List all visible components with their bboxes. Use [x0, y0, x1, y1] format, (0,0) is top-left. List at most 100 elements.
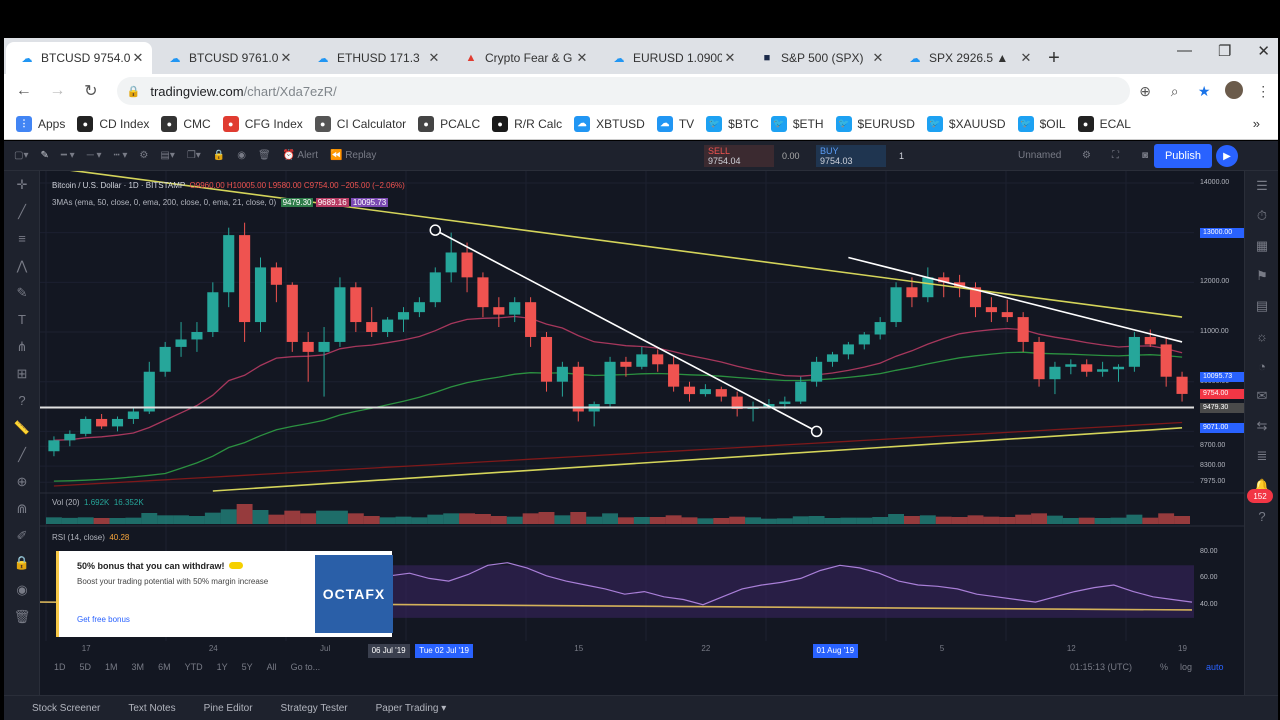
footer-tab[interactable]: Text Notes: [128, 703, 175, 714]
pitchfork-tool-icon[interactable]: ⋔: [4, 333, 40, 360]
eye-icon[interactable]: ◉: [237, 150, 246, 161]
help-icon[interactable]: ?: [4, 387, 40, 414]
range-button[interactable]: YTD: [185, 662, 203, 672]
bookmark-item[interactable]: 🐦 $OIL: [1017, 115, 1066, 132]
tab-close-icon[interactable]: ✕: [1018, 50, 1034, 66]
range-button[interactable]: 5Y: [242, 662, 253, 672]
browser-tab[interactable]: ☁ EURUSD 1.0900 ✕: [598, 42, 744, 74]
buy-button[interactable]: BUY 9754.03: [816, 145, 886, 167]
bookmarks-overflow-icon[interactable]: »: [1253, 116, 1260, 131]
sell-button[interactable]: SELL 9754.04: [704, 145, 774, 167]
layout-icon[interactable]: ▢▾: [14, 150, 28, 161]
chat-icon[interactable]: ✉: [1245, 381, 1279, 411]
zoom-icon[interactable]: ⌕: [1160, 83, 1190, 100]
footer-tab[interactable]: Paper Trading ▾: [376, 703, 447, 714]
ideas-icon[interactable]: ☼: [1245, 321, 1279, 351]
bookmark-item[interactable]: ● PCALC: [418, 115, 480, 132]
forward-icon[interactable]: →: [44, 82, 72, 100]
calendar-icon[interactable]: ▤: [1245, 291, 1279, 321]
tab-close-icon[interactable]: ✕: [130, 50, 146, 66]
settings-gear-icon[interactable]: ⚙: [139, 150, 148, 161]
depth-icon[interactable]: ≣: [1245, 441, 1279, 471]
browser-tab[interactable]: ☁ BTCUSD 9761.0 ✕: [154, 42, 300, 74]
back-icon[interactable]: ←: [10, 82, 38, 100]
hide-icon[interactable]: ◉: [4, 576, 40, 603]
rsi-legend[interactable]: RSI (14, close) 40.28: [52, 533, 129, 542]
footer-tab[interactable]: Strategy Tester: [281, 703, 348, 714]
bookmark-item[interactable]: 🐦 $ETH: [770, 115, 824, 132]
chart-settings-icon[interactable]: ⚙: [1082, 150, 1091, 161]
fullscreen-icon[interactable]: ⛶: [1112, 150, 1119, 161]
replay-button[interactable]: ⏪ Replay: [330, 150, 376, 161]
extension-icon[interactable]: ⊕: [1130, 83, 1160, 100]
range-button[interactable]: 1Y: [217, 662, 228, 672]
streams-icon[interactable]: ◔: [1245, 351, 1279, 381]
tab-close-icon[interactable]: ✕: [870, 50, 886, 66]
magnet-icon[interactable]: ⋒: [4, 495, 40, 522]
draw-brush-icon[interactable]: ✎: [40, 150, 48, 161]
zoom-in-icon[interactable]: ⊕: [4, 468, 40, 495]
bookmark-item[interactable]: ● CMC: [161, 115, 211, 132]
reload-icon[interactable]: ↻: [77, 81, 105, 101]
data-window-icon[interactable]: ▦: [1245, 231, 1279, 261]
ruler-icon-2[interactable]: ╱: [4, 441, 40, 468]
time-axis[interactable]: 1724Jul81522295121906 Jul '19Tue 02 Jul …: [40, 641, 1194, 658]
clock-label[interactable]: 01:15:13 (UTC): [1070, 662, 1132, 672]
notification-badge[interactable]: 152: [1247, 489, 1273, 503]
pattern-tool-icon[interactable]: ⋀: [4, 252, 40, 279]
bookmark-item[interactable]: ☁ TV: [656, 115, 694, 132]
range-button[interactable]: Go to...: [291, 662, 321, 672]
measure-tool-icon[interactable]: ⊞: [4, 360, 40, 387]
scale-log[interactable]: log: [1180, 662, 1192, 672]
ad-link[interactable]: Get free bonus: [77, 615, 130, 624]
new-tab-button[interactable]: +: [1040, 42, 1068, 74]
tab-close-icon[interactable]: ✕: [722, 50, 738, 66]
bookmark-item[interactable]: ● R/R Calc: [492, 115, 562, 132]
bookmark-item[interactable]: ● ECAL: [1077, 115, 1131, 132]
scale-auto[interactable]: auto: [1206, 662, 1224, 672]
browser-tab[interactable]: ☁ SPX 2926.5 ▲ ✕: [894, 42, 1040, 74]
text-tool-icon[interactable]: T: [4, 306, 40, 333]
browser-tab[interactable]: ▲ Crypto Fear & G ✕: [450, 42, 596, 74]
publish-button[interactable]: Publish: [1154, 144, 1212, 168]
bookmark-item[interactable]: 🐦 $BTC: [706, 115, 759, 132]
range-button[interactable]: 1D: [54, 662, 66, 672]
price-axis[interactable]: 14000.0013000.0012000.0011000.0010000.00…: [1194, 171, 1244, 641]
trash-icon[interactable]: 🗑: [258, 150, 271, 161]
line-width-icon[interactable]: ─ ▾: [87, 150, 102, 161]
ruler-icon[interactable]: 📏: [4, 414, 40, 441]
stay-drawing-icon[interactable]: ✐: [4, 522, 40, 549]
bookmark-item[interactable]: ☁ XBTUSD: [574, 115, 645, 132]
range-button[interactable]: 1M: [105, 662, 118, 672]
tab-close-icon[interactable]: ✕: [278, 50, 294, 66]
scale-percent[interactable]: %: [1160, 662, 1168, 672]
line-style-icon[interactable]: ━ ▾: [61, 150, 75, 161]
bookmark-item[interactable]: 🐦 $EURUSD: [835, 115, 915, 132]
footer-tab[interactable]: Pine Editor: [204, 703, 253, 714]
url-input[interactable]: 🔒 tradingview.com/chart/Xda7ezR/: [116, 77, 1131, 105]
range-button[interactable]: All: [267, 662, 277, 672]
minimize-icon[interactable]: —: [1177, 42, 1192, 60]
publish-arrow-icon[interactable]: ▶: [1216, 145, 1238, 167]
bookmark-item[interactable]: 🐦 $XAUUSD: [926, 115, 1006, 132]
lock-all-icon[interactable]: 🔒: [4, 549, 40, 576]
lock-drawing-icon[interactable]: 🔒: [213, 150, 225, 161]
range-button[interactable]: 5D: [80, 662, 92, 672]
bookmark-item[interactable]: ● CFG Index: [222, 115, 303, 132]
line-dash-icon[interactable]: ┅ ▾: [114, 150, 128, 161]
profile-avatar[interactable]: [1219, 80, 1249, 102]
tab-close-icon[interactable]: ✕: [574, 50, 590, 66]
volume-legend[interactable]: Vol (20) 1.692K 16.352K: [52, 498, 144, 507]
indicator-icon[interactable]: ▤▾: [160, 150, 174, 161]
alert-button[interactable]: ⏰ Alert: [283, 150, 318, 161]
trendline-tool-icon[interactable]: ╱: [4, 198, 40, 225]
help-center-icon[interactable]: ?: [1245, 501, 1279, 531]
brush-tool-icon[interactable]: ✎: [4, 279, 40, 306]
bookmark-item[interactable]: ● CI Calculator: [314, 115, 406, 132]
bookmark-item[interactable]: ● CD Index: [77, 115, 149, 132]
browser-tab[interactable]: ☁ ETHUSD 171.3 ✕: [302, 42, 448, 74]
range-button[interactable]: 3M: [132, 662, 145, 672]
quantity-value[interactable]: 1: [899, 151, 904, 161]
crosshair-icon[interactable]: ✛: [4, 171, 40, 198]
browser-tab[interactable]: ☁ BTCUSD 9754.0 ✕: [6, 42, 152, 74]
